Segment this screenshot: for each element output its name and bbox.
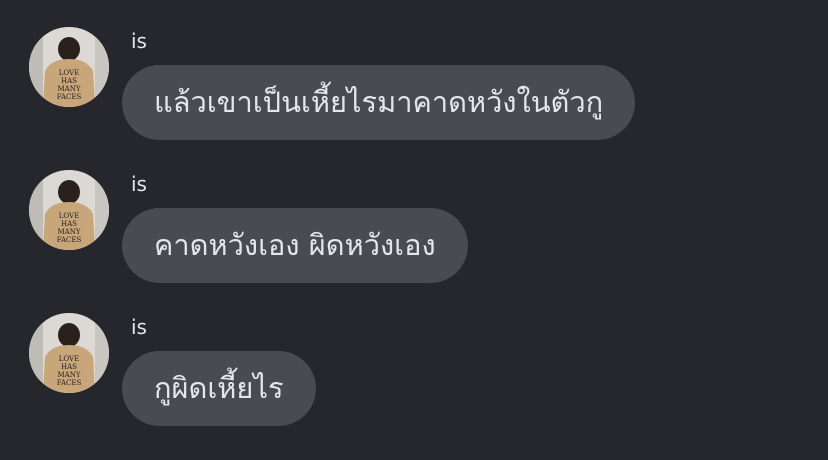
sender-name: is	[131, 172, 147, 196]
sender-name: is	[131, 315, 147, 339]
svg-text:LOVE: LOVE	[59, 69, 79, 77]
svg-text:HAS: HAS	[61, 220, 77, 228]
svg-text:FACES: FACES	[57, 379, 82, 387]
profile-photo-icon: LOVE HAS MANY FACES	[29, 313, 109, 393]
message-bubble[interactable]: กูผิดเหี้ยไร	[122, 351, 316, 426]
avatar[interactable]: LOVE HAS MANY FACES	[29, 170, 109, 250]
sender-name: is	[131, 29, 147, 53]
profile-photo-icon: LOVE HAS MANY FACES	[29, 170, 109, 250]
avatar[interactable]: LOVE HAS MANY FACES	[29, 27, 109, 107]
profile-photo-icon: LOVE HAS MANY FACES	[29, 27, 109, 107]
svg-text:LOVE: LOVE	[59, 212, 79, 220]
svg-text:HAS: HAS	[61, 77, 77, 85]
svg-text:HAS: HAS	[61, 363, 77, 371]
chat-thread: LOVE HAS MANY FACES is แล้วเขาเป็นเหี้ยไ…	[0, 0, 828, 460]
svg-text:LOVE: LOVE	[59, 355, 79, 363]
svg-text:MANY: MANY	[58, 85, 81, 93]
svg-text:FACES: FACES	[57, 236, 82, 244]
svg-text:MANY: MANY	[58, 371, 81, 379]
svg-text:FACES: FACES	[57, 93, 82, 101]
message-bubble[interactable]: แล้วเขาเป็นเหี้ยไรมาคาดหวังในตัวกู	[122, 65, 636, 140]
svg-text:MANY: MANY	[58, 228, 81, 236]
message-bubble[interactable]: คาดหวังเอง ผิดหวังเอง	[122, 208, 468, 283]
avatar[interactable]: LOVE HAS MANY FACES	[29, 313, 109, 393]
